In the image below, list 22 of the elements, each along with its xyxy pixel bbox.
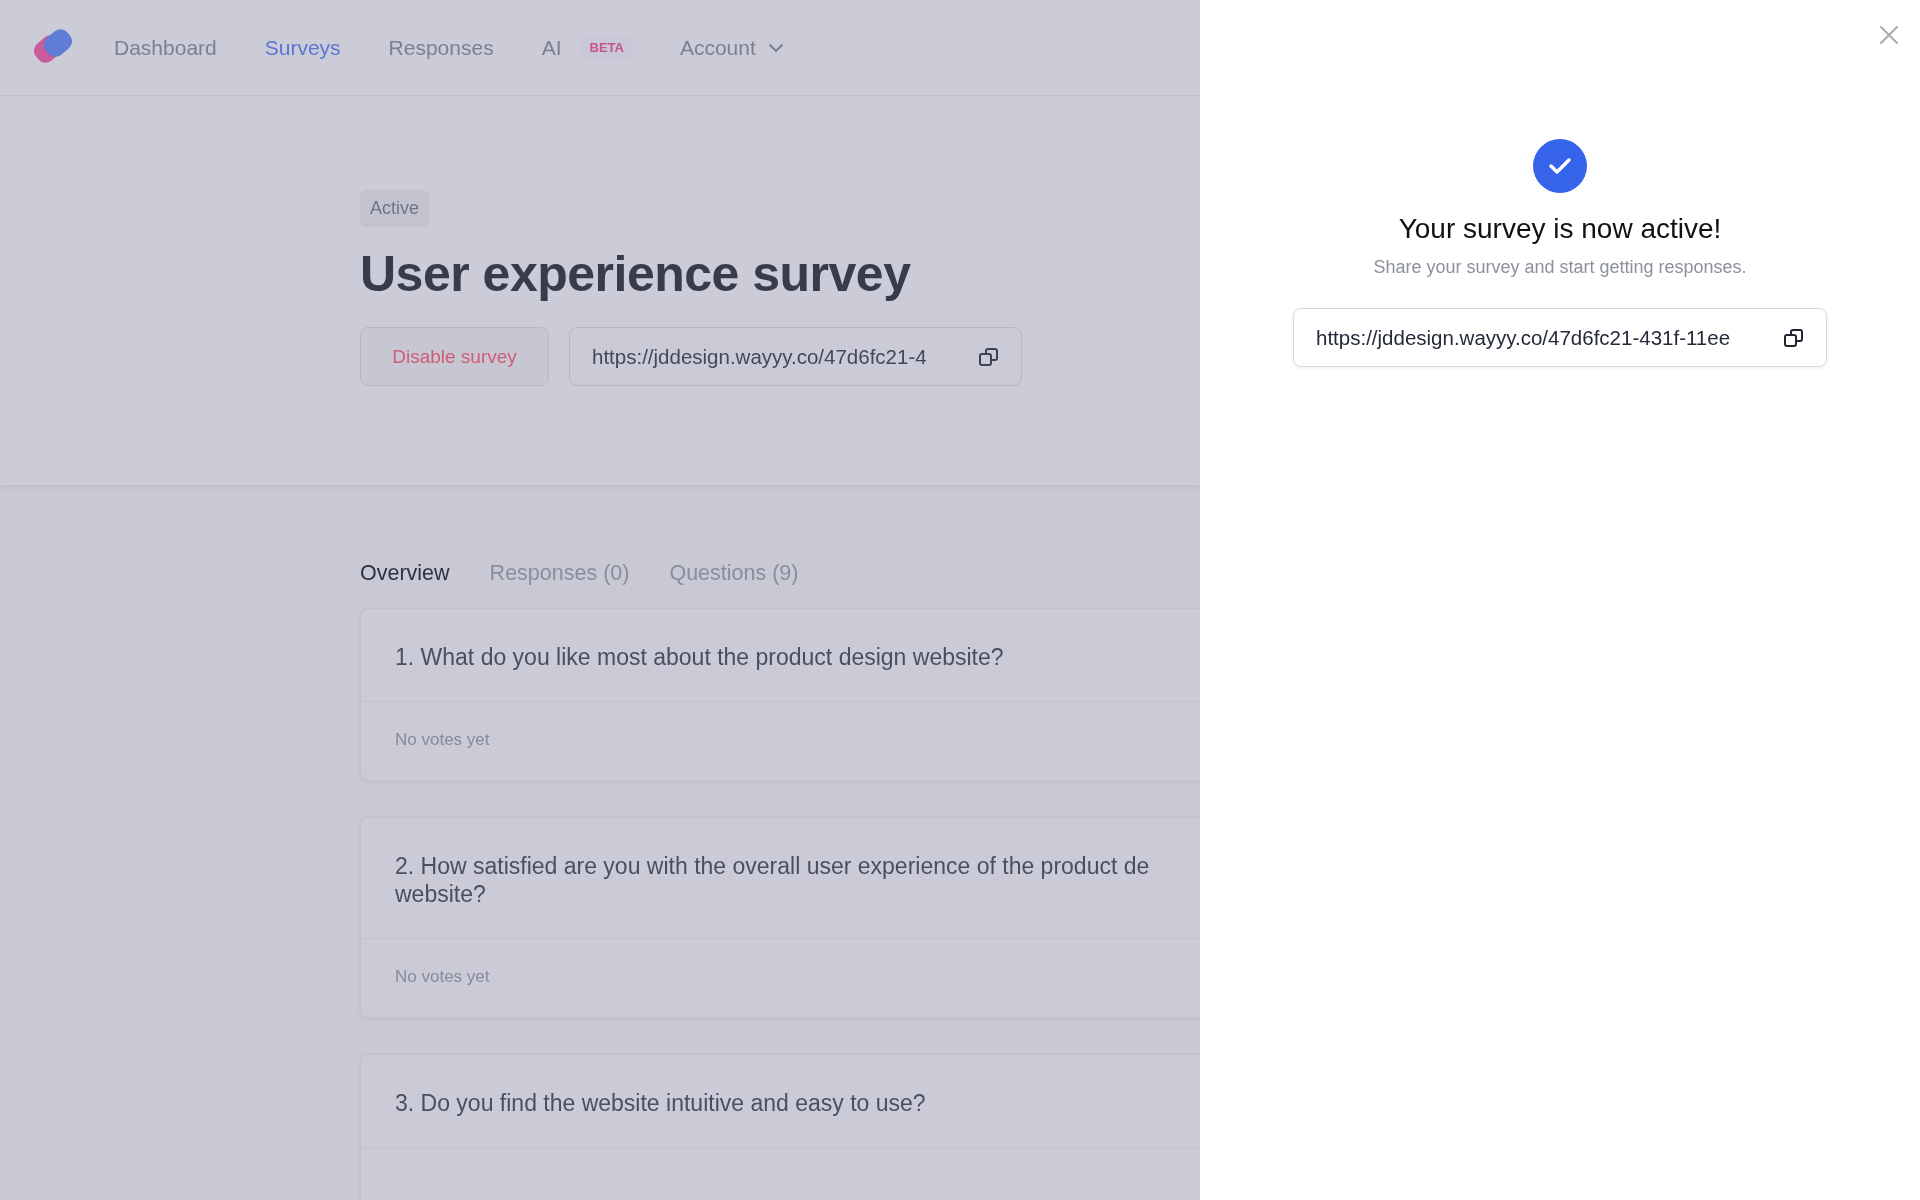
tab[interactable]: Overview [360, 555, 450, 592]
nav-link[interactable]: Responses [388, 35, 494, 60]
survey-link-field[interactable]: https://jddesign.wayyy.co/47d6fc21-4 [569, 327, 1022, 386]
votes-text: No votes yet [395, 967, 490, 986]
question-text: 2. How satisfied are you with the overall user experience of the product de website? [395, 852, 1151, 908]
check-circle-icon [1533, 139, 1587, 193]
nav-link[interactable]: AI BETA [541, 35, 632, 60]
question-text: 3. Do you find the website intuitive and easy to use? [395, 1089, 927, 1117]
success-heading: Your survey is now active! [1398, 213, 1722, 245]
disable-survey-button[interactable]: Disable survey [360, 327, 549, 386]
nav-link[interactable]: Account [679, 35, 784, 60]
question-text: 1. What do you like most about the product design website? [395, 643, 1005, 671]
beta-badge: BETA [581, 36, 632, 59]
votes-text: No votes yet [395, 730, 490, 749]
share-link-field[interactable]: https://jddesign.wayyy.co/47d6fc21-431f-11ee [1293, 308, 1827, 367]
nav-link[interactable]: Dashboard [114, 35, 217, 60]
tab[interactable]: Questions (9) [669, 555, 799, 592]
tab[interactable]: Responses (0) [489, 555, 630, 592]
success-subtitle: Share your survey and start getting responses. [1373, 257, 1747, 278]
survey-title: User experience survey [360, 245, 912, 303]
nav-link[interactable]: Surveys [264, 35, 341, 60]
status-badge: Active [360, 190, 430, 227]
